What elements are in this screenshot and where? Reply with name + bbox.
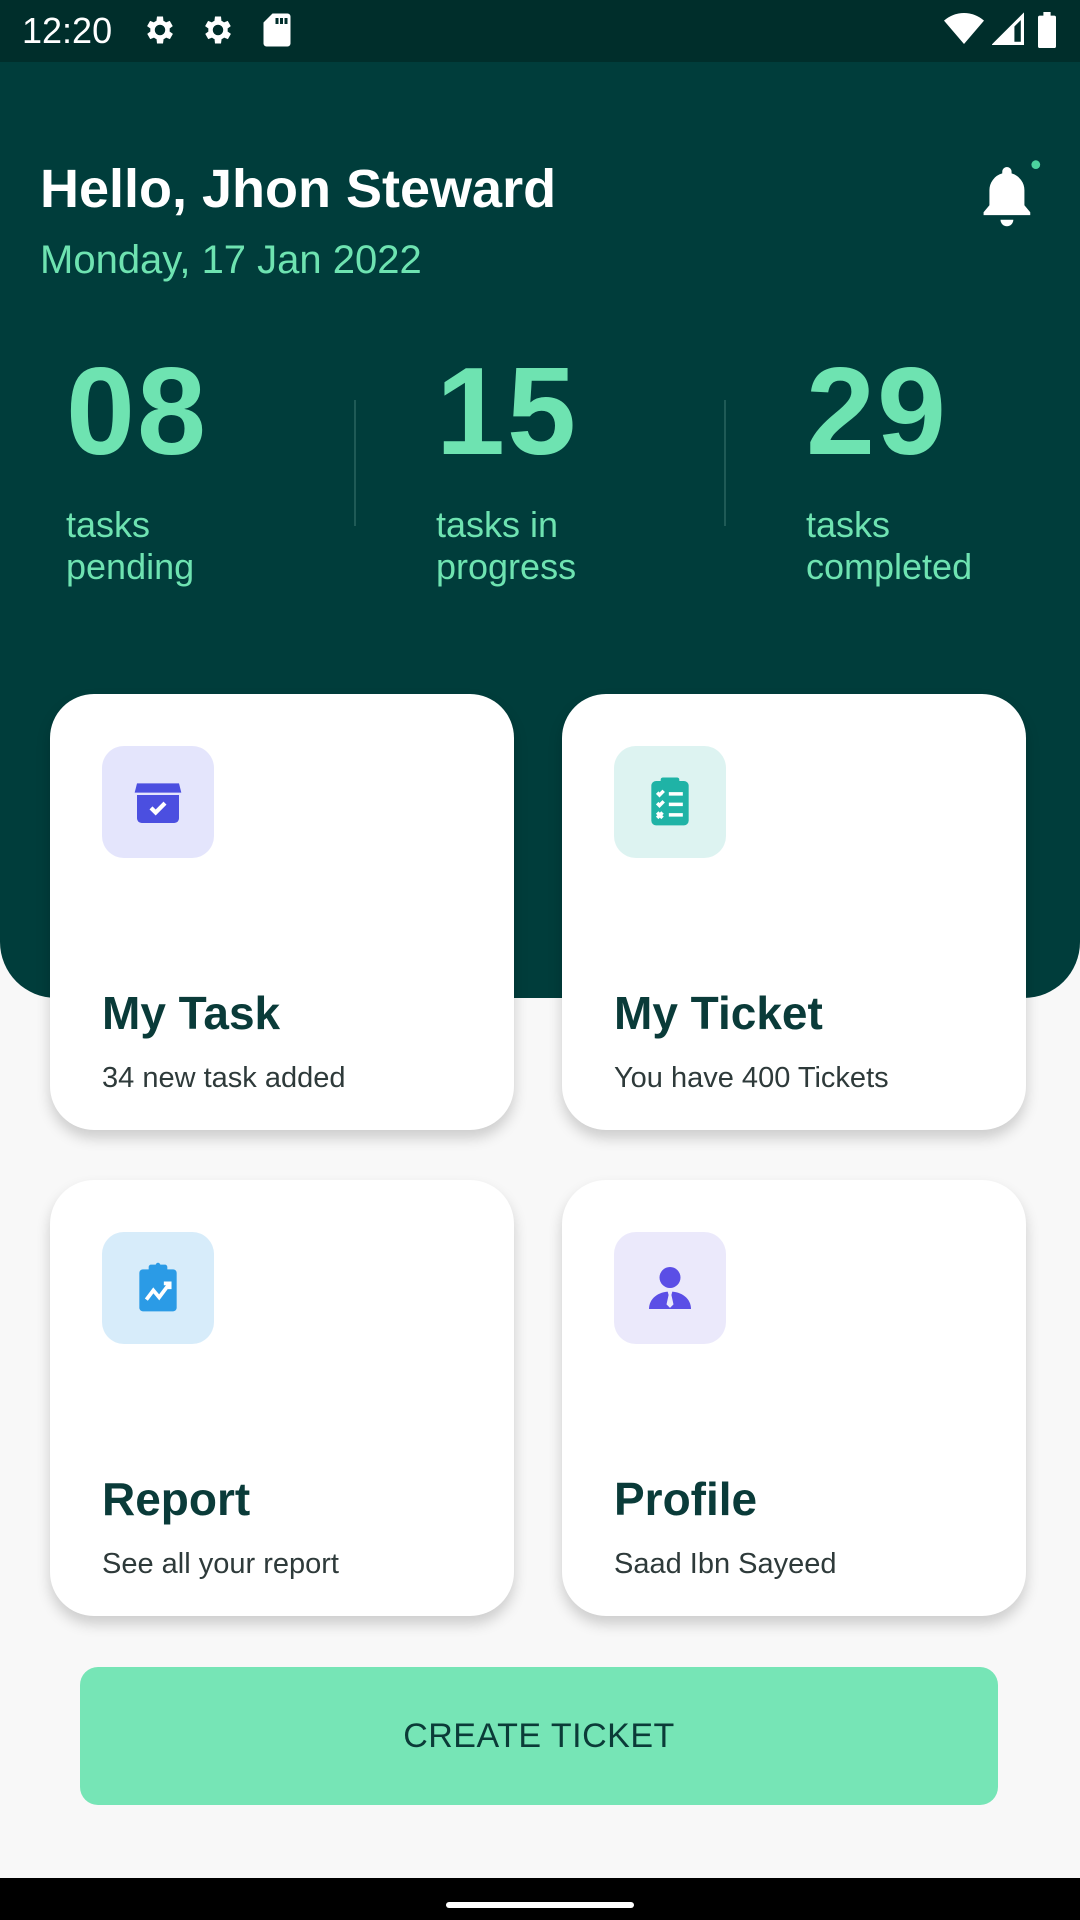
card-subtitle: See all your report: [102, 1548, 339, 1580]
card-subtitle: Saad Ibn Sayeed: [614, 1548, 837, 1580]
stat-pending: 08 tasks pending: [66, 350, 366, 588]
checklist-icon: [651, 777, 689, 826]
task-box-icon: [134, 783, 182, 823]
status-time: 12:20: [22, 10, 113, 51]
home-gesture-handle[interactable]: [446, 1902, 634, 1908]
card-title: Report: [102, 1473, 251, 1525]
navigation-bar: [0, 1878, 1080, 1920]
stat-divider: [354, 400, 356, 526]
settings-icon: [205, 16, 231, 44]
card-subtitle: 34 new task added: [102, 1062, 346, 1094]
stat-label: tasks completed: [806, 504, 973, 587]
stat-divider: [724, 400, 726, 526]
stat-in-progress: 15 tasks in progress: [436, 350, 736, 588]
card-title: My Task: [102, 987, 281, 1039]
current-date: Monday, 17 Jan 2022: [40, 238, 422, 282]
my-task-card[interactable]: My Task 34 new task added: [50, 694, 514, 1130]
stat-value: 29: [806, 343, 948, 481]
greeting-title: Hello, Jhon Steward: [40, 159, 557, 219]
card-title: My Ticket: [614, 987, 823, 1039]
create-ticket-button[interactable]: CREATE TICKET: [80, 1667, 998, 1805]
profile-card[interactable]: Profile Saad Ibn Sayeed: [562, 1180, 1026, 1616]
report-card[interactable]: Report See all your report: [50, 1180, 514, 1616]
stat-label: tasks pending: [66, 504, 195, 587]
sd-card-icon: [263, 13, 291, 47]
status-bar: 12:20: [0, 0, 1080, 62]
wifi-icon: [944, 13, 984, 44]
report-clipboard-icon: [139, 1262, 177, 1312]
my-ticket-card[interactable]: My Ticket You have 400 Tickets: [562, 694, 1026, 1130]
icon-container: [102, 1232, 214, 1344]
cell-signal-icon: [992, 12, 1024, 45]
stat-value: 08: [66, 343, 208, 481]
profile-person-icon: [649, 1267, 691, 1309]
icon-container: [102, 746, 214, 858]
icon-container: [614, 746, 726, 858]
stat-label: tasks in progress: [436, 504, 577, 587]
stat-value: 15: [436, 343, 578, 481]
card-title: Profile: [614, 1473, 758, 1525]
settings-icon: [147, 16, 173, 44]
icon-container: [614, 1232, 726, 1344]
notification-bell-icon[interactable]: [976, 160, 1046, 230]
stat-completed: 29 tasks completed: [806, 350, 1080, 588]
card-subtitle: You have 400 Tickets: [614, 1062, 889, 1094]
battery-icon: [1038, 12, 1056, 48]
